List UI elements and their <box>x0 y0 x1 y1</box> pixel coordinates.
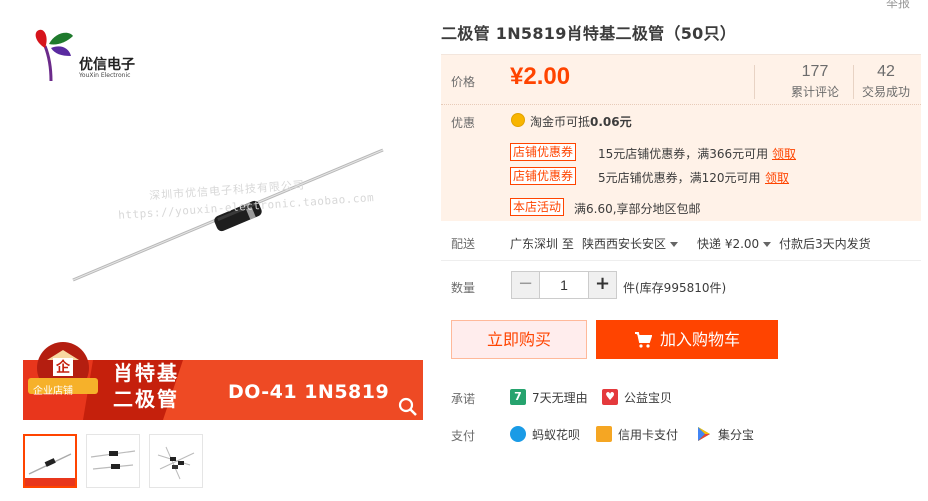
logo-subtitle: YouXin Electronic <box>79 72 131 79</box>
coin-amount: 0.06元 <box>590 115 632 129</box>
price-panel: 价格 ¥2.00 177 累计评论 42 交易成功 优惠 淘金币可抵0.06元 … <box>441 54 921 221</box>
chevron-down-icon <box>670 242 679 247</box>
quantity-minus-button[interactable]: − <box>512 272 540 298</box>
product-gallery: 优信电子 YouXin Electronic 深圳市优信电子科技有限公司 htt… <box>23 0 423 501</box>
sales-count: 42 <box>877 63 895 80</box>
quantity-label: 数量 <box>451 281 476 295</box>
buy-now-button[interactable]: 立即购买 <box>451 320 587 359</box>
thumbnail-pile-icon <box>157 446 195 480</box>
coin-offer: 淘金币可抵0.06元 <box>530 113 632 130</box>
promise-7day-label: 7天无理由 <box>532 390 588 405</box>
quantity-row: 数量 − + 件(库存995810件) <box>441 261 921 311</box>
charity-heart-icon: ♥ <box>602 389 618 405</box>
price-row: 价格 ¥2.00 177 累计评论 42 交易成功 <box>441 55 921 105</box>
banner-line2: 二极管 <box>113 387 179 411</box>
logo-name: 优信电子 <box>79 57 135 73</box>
divider <box>853 65 854 99</box>
payment-jifenbao[interactable]: 集分宝 <box>696 419 754 449</box>
activity-tag: 本店活动 <box>510 198 565 216</box>
promise-label: 承诺 <box>451 392 476 406</box>
coupon-text-1: 15元店铺优惠券，满366元可用 <box>598 147 769 161</box>
ship-method-select[interactable]: 快递 ¥2.00 <box>697 235 772 252</box>
thumbnail-1[interactable] <box>23 434 77 488</box>
promise-7day[interactable]: 7 7天无理由 <box>510 382 588 412</box>
thumbnail-3[interactable] <box>149 434 203 488</box>
banner-background: 企 <box>23 342 423 420</box>
ship-to-value: 陕西西安长安区 <box>582 237 667 251</box>
coupon-claim-2[interactable]: 领取 <box>765 169 789 186</box>
main-product-image[interactable]: 优信电子 YouXin Electronic 深圳市优信电子科技有限公司 htt… <box>23 0 423 420</box>
quantity-input[interactable] <box>540 272 588 298</box>
corp-store-badge: 企业店铺 <box>33 386 73 397</box>
ship-method-value: 快递 ¥2.00 <box>697 237 760 251</box>
payment-huabei-label: 蚂蚁花呗 <box>532 427 581 442</box>
svg-text:企: 企 <box>55 359 71 376</box>
stock-count: 件(库存995810件) <box>623 281 727 295</box>
quantity-plus-button[interactable]: + <box>588 272 616 298</box>
payment-credit-card[interactable]: 信用卡支付 <box>596 419 678 449</box>
shipping-row: 配送 广东深圳 至 陕西西安长安区 快递 ¥2.00 付款后3天内发货 <box>441 221 921 261</box>
product-title: 二极管 1N5819肖特基二极管（50只） <box>441 24 737 43</box>
price-label: 价格 <box>451 75 476 89</box>
sales-label: 交易成功 <box>862 85 911 99</box>
coupon-tag-2: 店铺优惠券 <box>510 167 577 185</box>
price-value: ¥2.00 <box>510 63 571 90</box>
add-to-cart-label: 加入购物车 <box>659 330 740 349</box>
taobao-coin-icon <box>511 113 525 127</box>
huabei-icon <box>510 426 526 442</box>
quantity-stepper: − + <box>511 271 617 299</box>
coupon-text-2: 5元店铺优惠券，满120元可用 <box>598 171 761 185</box>
divider <box>754 65 755 99</box>
payment-label: 支付 <box>451 429 476 443</box>
shop-logo: 优信电子 YouXin Electronic <box>31 26 151 96</box>
payment-row: 支付 蚂蚁花呗 信用卡支付 集分宝 <box>441 419 921 449</box>
zoom-icon[interactable] <box>398 397 418 417</box>
promo-banner: 企 企业店铺 肖特基 二极管 DO-41 1N5819 <box>23 338 423 420</box>
promise-charity[interactable]: ♥ 公益宝贝 <box>602 382 672 412</box>
payment-credit-card-label: 信用卡支付 <box>618 427 679 442</box>
ship-to-select[interactable]: 陕西西安长安区 <box>582 235 679 252</box>
promo-label: 优惠 <box>451 116 476 130</box>
activity-text: 满6.60,享部分地区包邮 <box>574 202 701 216</box>
thumbnail-diode-icon <box>25 453 75 486</box>
payment-huabei[interactable]: 蚂蚁花呗 <box>510 419 580 449</box>
ship-from: 广东深圳 至 <box>510 237 574 251</box>
jifenbao-icon <box>698 427 710 441</box>
coin-offer-text: 淘金币可抵 <box>530 115 591 129</box>
logo-sprout-icon <box>35 29 73 82</box>
coupon-tag-1: 店铺优惠券 <box>510 143 577 161</box>
seven-day-return-icon: 7 <box>510 389 526 405</box>
reviews-label: 累计评论 <box>791 85 840 99</box>
shipping-label: 配送 <box>451 237 476 251</box>
banner-line1: 肖特基 <box>113 361 179 385</box>
sales-stat: 42 交易成功 <box>862 63 910 100</box>
cart-icon <box>634 332 652 348</box>
payment-jifenbao-label: 集分宝 <box>718 427 755 442</box>
chevron-down-icon <box>763 242 772 247</box>
add-to-cart-button[interactable]: 加入购物车 <box>596 320 778 359</box>
coupon-claim-1[interactable]: 领取 <box>772 145 796 162</box>
thumbnail-strip <box>23 434 203 488</box>
banner-model: DO-41 1N5819 <box>228 381 390 403</box>
reviews-count: 177 <box>801 63 829 80</box>
credit-card-icon <box>596 426 612 442</box>
reviews-stat[interactable]: 177 累计评论 <box>791 63 839 100</box>
promise-charity-label: 公益宝贝 <box>624 390 673 405</box>
report-link[interactable]: 举报 <box>886 0 910 11</box>
dispatch-time: 付款后3天内发货 <box>779 237 871 251</box>
thumbnail-2[interactable] <box>86 434 140 488</box>
promise-row: 承诺 7 7天无理由 ♥ 公益宝贝 <box>441 382 921 412</box>
thumbnail-diodes-icon <box>90 450 136 470</box>
